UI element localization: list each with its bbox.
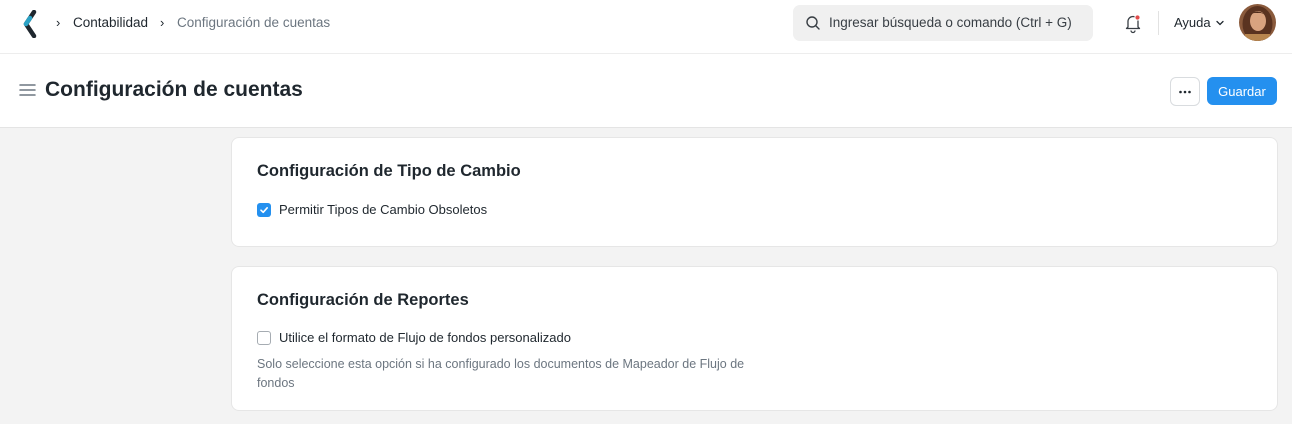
more-dots-icon bbox=[1179, 90, 1191, 93]
avatar[interactable] bbox=[1239, 4, 1276, 41]
breadcrumb-current[interactable]: Configuración de cuentas bbox=[177, 15, 330, 30]
checkbox-label: Utilice el formato de Flujo de fondos pe… bbox=[279, 330, 571, 345]
custom-cash-flow-checkbox[interactable] bbox=[257, 330, 271, 345]
breadcrumb-contabilidad[interactable]: Contabilidad bbox=[73, 15, 148, 30]
chevron-right-icon: › bbox=[160, 15, 165, 30]
section-reports: Configuración de Reportes Utilice el for… bbox=[231, 266, 1278, 411]
section-exchange-rate: Configuración de Tipo de Cambio Permitir… bbox=[231, 137, 1278, 247]
app-logo-icon[interactable] bbox=[20, 10, 42, 38]
checkbox-label: Permitir Tipos de Cambio Obsoletos bbox=[279, 202, 488, 217]
stale-exchange-rates-field[interactable]: Permitir Tipos de Cambio Obsoletos bbox=[257, 202, 487, 217]
navbar-divider bbox=[1158, 11, 1159, 35]
stale-exchange-rates-checkbox[interactable] bbox=[257, 202, 271, 217]
search-placeholder: Ingresar búsqueda o comando (Ctrl + G) bbox=[829, 15, 1072, 30]
chevron-down-icon bbox=[1215, 20, 1224, 25]
section-title: Configuración de Tipo de Cambio bbox=[257, 162, 521, 180]
search-icon bbox=[806, 16, 820, 30]
bell-icon[interactable] bbox=[1123, 12, 1143, 34]
check-icon bbox=[260, 206, 268, 213]
navbar: › Contabilidad › Configuración de cuenta… bbox=[0, 0, 1292, 54]
chevron-right-icon: › bbox=[56, 15, 61, 30]
custom-cash-flow-field[interactable]: Utilice el formato de Flujo de fondos pe… bbox=[257, 330, 571, 345]
search-input[interactable]: Ingresar búsqueda o comando (Ctrl + G) bbox=[793, 5, 1093, 41]
help-dropdown[interactable]: Ayuda bbox=[1174, 15, 1225, 30]
field-description: Solo seleccione esta opción si ha config… bbox=[257, 357, 745, 390]
page-title: Configuración de cuentas bbox=[45, 78, 303, 101]
menu-icon[interactable] bbox=[19, 83, 36, 97]
save-button[interactable]: Guardar bbox=[1207, 77, 1277, 105]
page-header: Configuración de cuentas Guardar bbox=[0, 54, 1292, 128]
help-label: Ayuda bbox=[1174, 15, 1211, 30]
section-title: Configuración de Reportes bbox=[257, 291, 469, 309]
more-options-button[interactable] bbox=[1170, 77, 1200, 106]
